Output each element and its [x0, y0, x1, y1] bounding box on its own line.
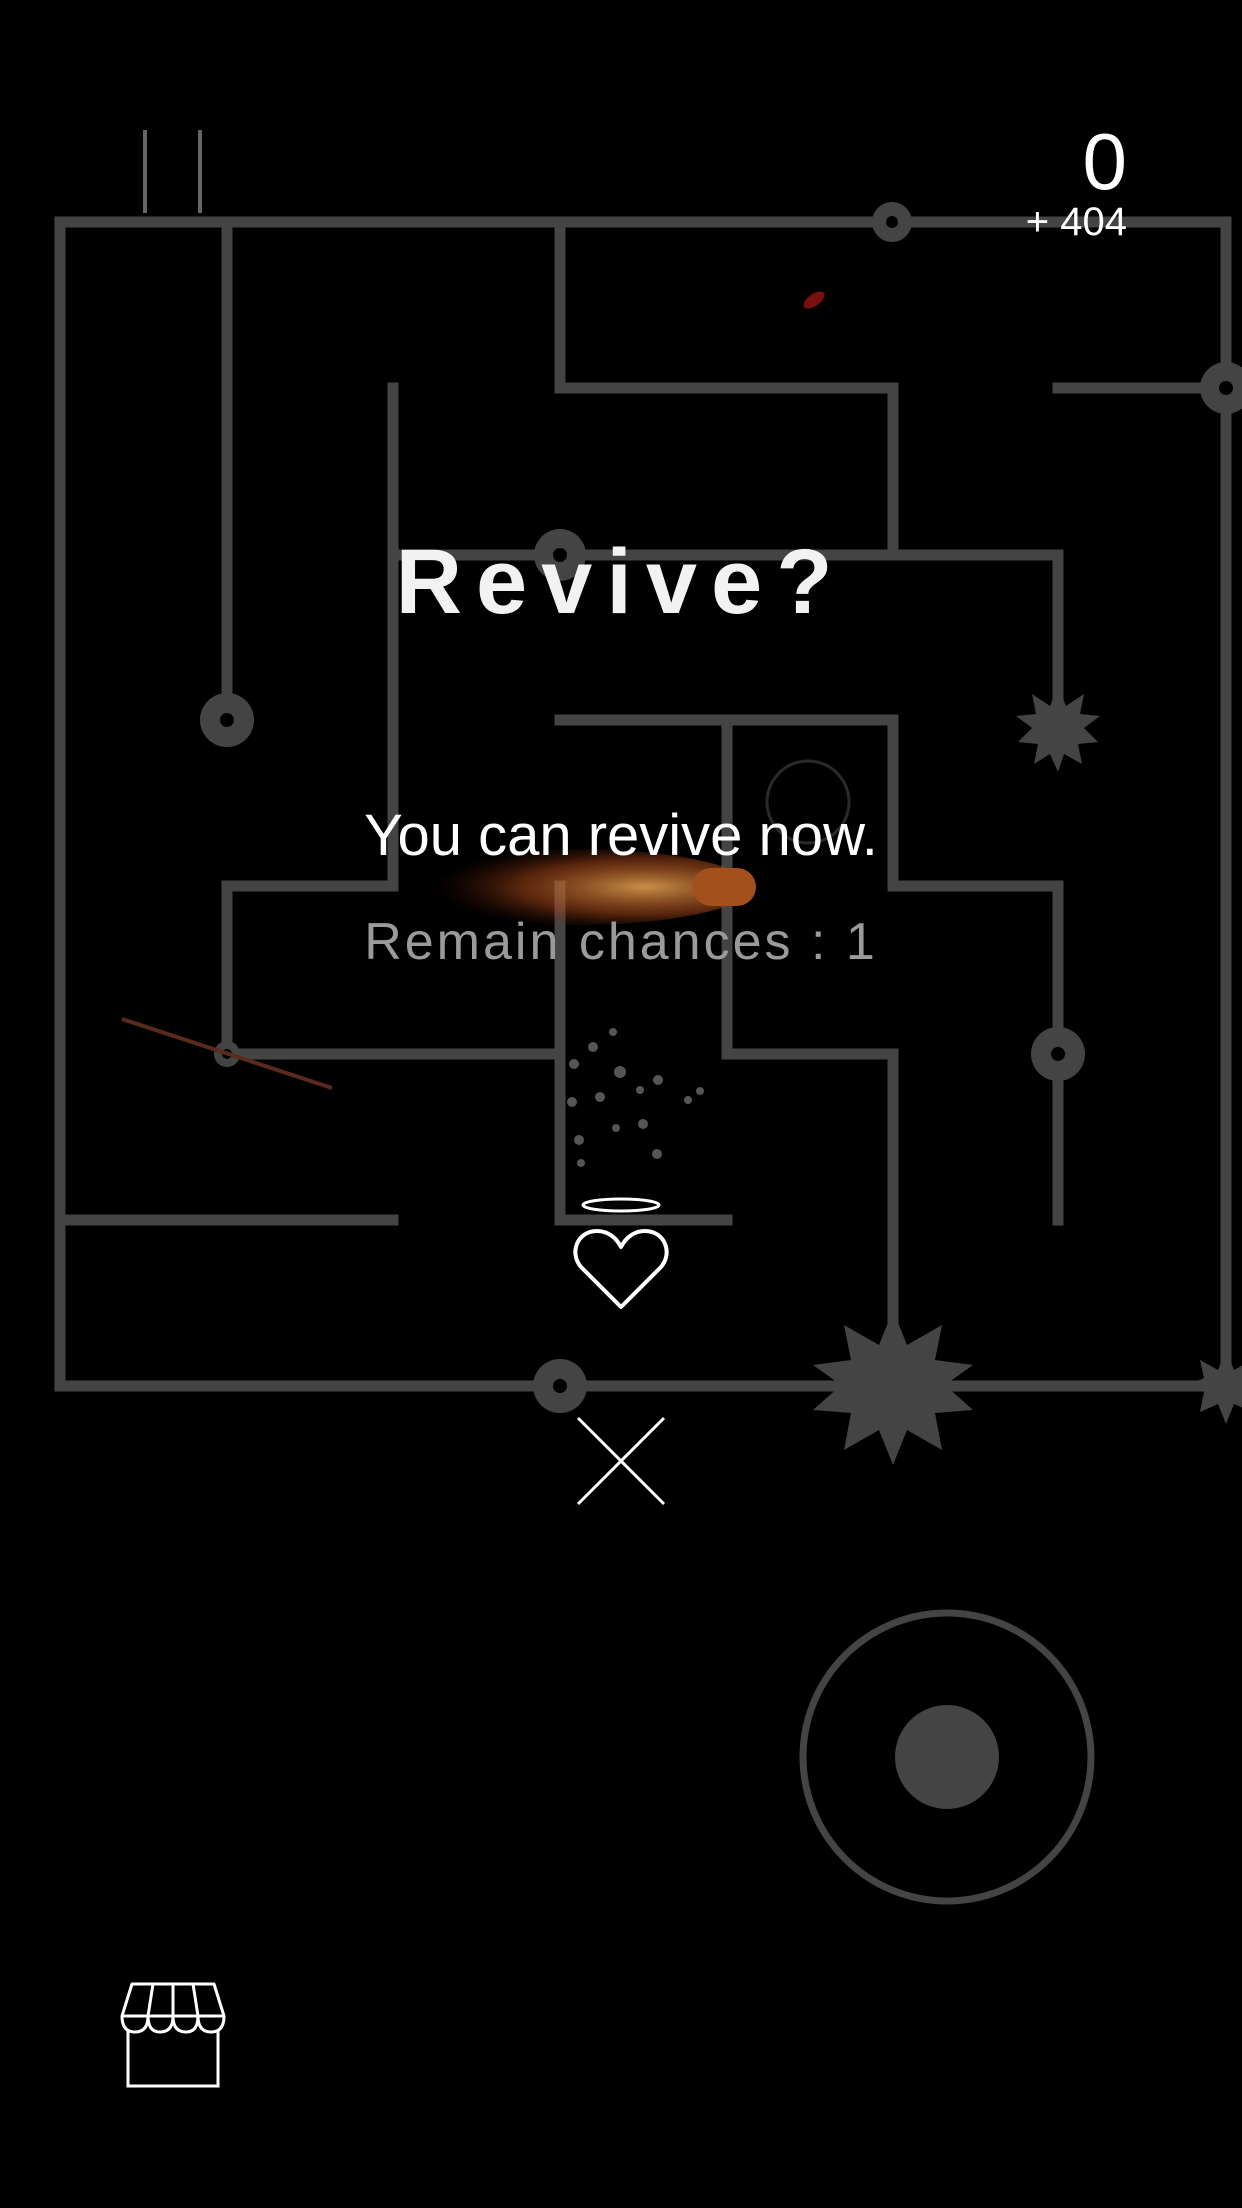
spike-mine: [1016, 686, 1100, 772]
joystick-icon: [799, 1609, 1095, 1905]
red-spark: [803, 291, 825, 309]
close-x-icon: [576, 1416, 666, 1506]
spike-mine: [1186, 1350, 1242, 1424]
pause-button[interactable]: [130, 125, 210, 215]
revive-title: Revive?: [395, 531, 847, 633]
close-button[interactable]: [575, 1415, 667, 1507]
shop-button[interactable]: [118, 1980, 228, 2090]
score-value: 0: [1082, 117, 1128, 206]
revive-message: You can revive now.: [364, 803, 878, 868]
shop-icon: [120, 1982, 226, 2088]
remain-chances-label: Remain chances : 1: [364, 913, 878, 971]
player-ship: [692, 868, 756, 906]
maze-wall: [554, 216, 899, 561]
heart-with-halo-icon: [573, 1197, 669, 1309]
bonus-points: + 404: [1025, 200, 1127, 244]
pause-icon: [143, 130, 202, 213]
revive-button[interactable]: [571, 1195, 671, 1315]
joystick[interactable]: [798, 1608, 1096, 1906]
